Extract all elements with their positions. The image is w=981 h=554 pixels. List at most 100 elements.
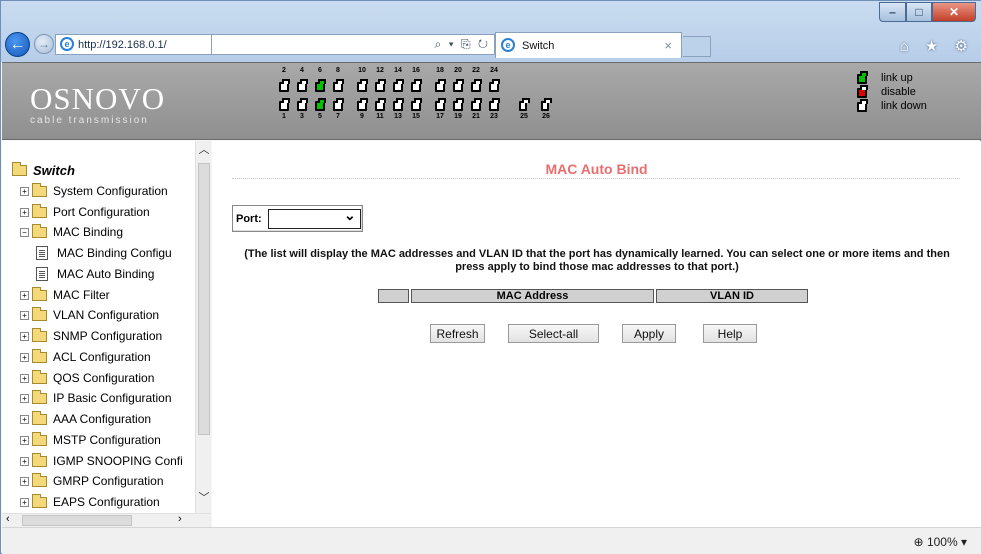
- expand-icon[interactable]: +: [20, 373, 29, 383]
- port-icon-4[interactable]: [297, 79, 308, 92]
- search-refresh-icons[interactable]: ⌕ ▾ ⎘ ↻: [435, 37, 490, 52]
- expand-icon[interactable]: +: [20, 456, 29, 466]
- sidebar-item-mac-auto-binding[interactable]: MAC Auto Binding: [36, 264, 154, 284]
- zoom-value: 100%: [926, 535, 958, 549]
- sidebar-item-mac-binding-configuration[interactable]: MAC Binding Configu: [36, 243, 172, 263]
- scroll-left-icon[interactable]: ‹: [6, 513, 10, 525]
- port-icon-24[interactable]: [489, 79, 500, 92]
- port-select[interactable]: [267, 207, 361, 229]
- port-icon-18[interactable]: [435, 79, 446, 92]
- expand-icon[interactable]: +: [20, 497, 29, 507]
- port-icon-23[interactable]: [489, 98, 500, 111]
- port-icon-15[interactable]: [411, 98, 422, 111]
- sidebar-item-vlan-configuration[interactable]: + VLAN Configuration: [20, 305, 159, 325]
- port-icon-13[interactable]: [393, 98, 404, 111]
- minimize-button[interactable]: –: [879, 2, 906, 22]
- port-icon-8[interactable]: [333, 79, 344, 92]
- scroll-up-icon[interactable]: ︿: [196, 141, 212, 157]
- tree-root[interactable]: Switch: [12, 162, 75, 178]
- sidebar-item-mac-filter[interactable]: + MAC Filter: [20, 285, 110, 305]
- scrollbar-thumb[interactable]: [198, 163, 210, 435]
- new-tab-button[interactable]: [683, 36, 711, 57]
- port-icon-11[interactable]: [375, 98, 386, 111]
- sidebar-item-label: System Configuration: [53, 184, 168, 198]
- port-icon-9[interactable]: [357, 98, 368, 111]
- sidebar-item-label: EAPS Configuration: [53, 495, 160, 509]
- port-icon-19[interactable]: [453, 98, 464, 111]
- sidebar-item-aaa-configuration[interactable]: + AAA Configuration: [20, 409, 151, 429]
- port-number-10: 10: [358, 67, 366, 74]
- tab-title: Switch: [522, 39, 555, 52]
- sidebar-item-label: Port Configuration: [53, 205, 150, 219]
- expand-icon[interactable]: +: [20, 207, 29, 217]
- mac-table-header: MAC Address VLAN ID: [378, 289, 810, 303]
- collapse-icon[interactable]: −: [20, 227, 29, 237]
- tab-switch[interactable]: e Switch ×: [495, 32, 682, 58]
- help-button[interactable]: Help: [703, 324, 757, 343]
- sidebar-item-igmp-snooping-configuration[interactable]: + IGMP SNOOPING Confi: [20, 451, 183, 471]
- sidebar-item-eaps-configuration[interactable]: + EAPS Configuration: [20, 492, 160, 512]
- legend-disable: disable: [881, 86, 916, 98]
- port-icon-20[interactable]: [453, 79, 464, 92]
- toolbar-icons[interactable]: ⌂ ★ ⚙: [900, 37, 974, 55]
- port-icon-3[interactable]: [297, 98, 308, 111]
- address-bar[interactable]: e http://192.168.0.1/: [55, 34, 212, 55]
- port-icon-10[interactable]: [357, 79, 368, 92]
- sidebar-item-ip-basic-configuration[interactable]: + IP Basic Configuration: [20, 388, 172, 408]
- sidebar-item-acl-configuration[interactable]: + ACL Configuration: [20, 347, 151, 367]
- sidebar-item-qos-configuration[interactable]: + QOS Configuration: [20, 368, 154, 388]
- expand-icon[interactable]: +: [20, 352, 29, 362]
- expand-icon[interactable]: +: [20, 393, 29, 403]
- maximize-button[interactable]: □: [906, 2, 932, 22]
- scroll-down-icon[interactable]: ﹀: [196, 489, 212, 505]
- sidebar-item-label: AAA Configuration: [53, 412, 152, 426]
- expand-icon[interactable]: +: [20, 331, 29, 341]
- port-icon-25[interactable]: [519, 98, 530, 111]
- port-icon-7[interactable]: [333, 98, 344, 111]
- sidebar-item-snmp-configuration[interactable]: + SNMP Configuration: [20, 326, 162, 346]
- scrollbar-thumb[interactable]: [22, 515, 132, 526]
- port-icon-1[interactable]: [279, 98, 290, 111]
- expand-icon[interactable]: +: [20, 310, 29, 320]
- expand-icon[interactable]: +: [20, 414, 29, 424]
- zoom-level[interactable]: ⊕ 100% ▾: [914, 535, 967, 549]
- expand-icon[interactable]: +: [20, 290, 29, 300]
- folder-icon: [32, 452, 47, 467]
- scroll-right-icon[interactable]: ›: [178, 513, 182, 525]
- port-number-16: 16: [412, 67, 420, 74]
- mac-address-column-header: MAC Address: [411, 289, 654, 303]
- tab-close-icon[interactable]: ×: [664, 38, 672, 53]
- page-icon: [36, 246, 48, 260]
- port-icon-16[interactable]: [411, 79, 422, 92]
- expand-icon[interactable]: +: [20, 435, 29, 445]
- device-banner: OSNOVO cable transmission 2 4 6 8 10 12 14 16 18…: [2, 62, 981, 140]
- expand-icon[interactable]: +: [20, 186, 29, 196]
- forward-button[interactable]: →: [34, 34, 54, 54]
- port-number-14: 14: [394, 67, 402, 74]
- port-icon-12[interactable]: [375, 79, 386, 92]
- sidebar-vertical-scrollbar[interactable]: ︿ ﹀: [195, 141, 211, 513]
- apply-button[interactable]: Apply: [622, 324, 676, 343]
- port-icon-2[interactable]: [279, 79, 290, 92]
- sidebar-item-mac-binding[interactable]: − MAC Binding: [20, 222, 123, 242]
- sidebar-item-port-configuration[interactable]: + Port Configuration: [20, 202, 150, 222]
- port-icon-6[interactable]: [315, 79, 326, 92]
- sidebar-item-system-configuration[interactable]: + System Configuration: [20, 181, 168, 201]
- back-button[interactable]: ←: [5, 32, 30, 57]
- port-icon-26[interactable]: [541, 98, 552, 111]
- port-icon-17[interactable]: [435, 98, 446, 111]
- expand-icon[interactable]: +: [20, 476, 29, 486]
- port-icon-21[interactable]: [471, 98, 482, 111]
- refresh-button[interactable]: Refresh: [430, 324, 485, 343]
- port-icon-5[interactable]: [315, 98, 326, 111]
- sidebar-horizontal-scrollbar[interactable]: ‹ ›: [2, 513, 211, 527]
- port-number-12: 12: [376, 67, 384, 74]
- select-all-button[interactable]: Select-all: [508, 324, 599, 343]
- sidebar-item-mstp-configuration[interactable]: + MSTP Configuration: [20, 430, 161, 450]
- sidebar-item-gmrp-configuration[interactable]: + GMRP Configuration: [20, 471, 164, 491]
- window-controls: – □ ✕: [879, 2, 976, 22]
- port-icon-14[interactable]: [393, 79, 404, 92]
- close-button[interactable]: ✕: [932, 2, 976, 22]
- port-icon-22[interactable]: [471, 79, 482, 92]
- folder-icon: [32, 410, 47, 425]
